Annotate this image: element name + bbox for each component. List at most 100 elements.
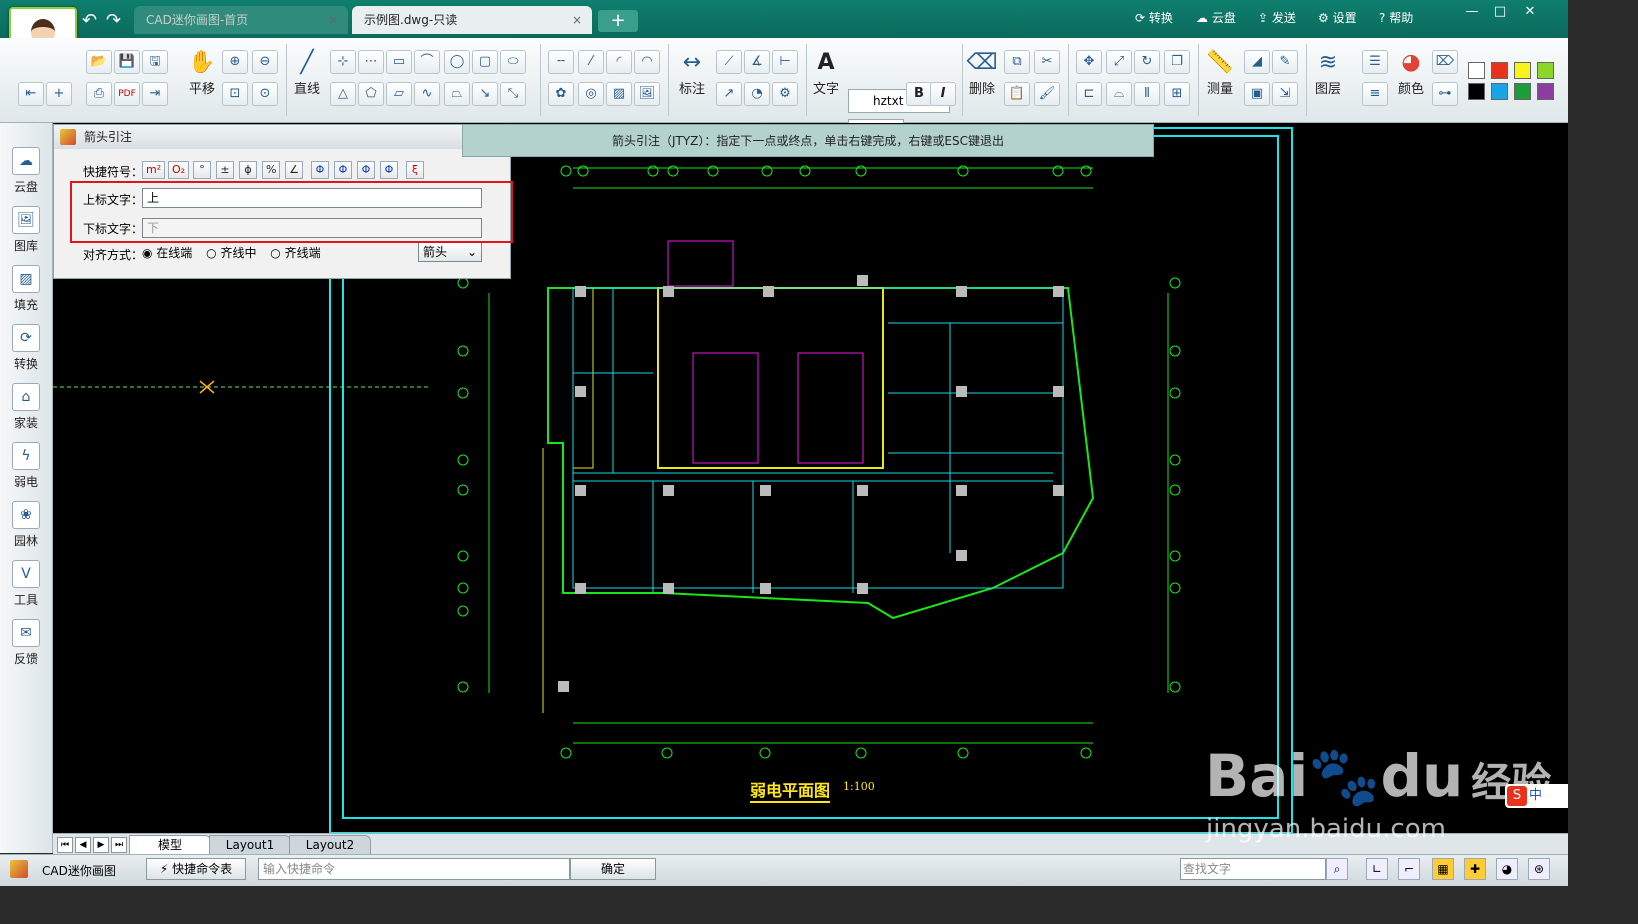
dimension-button[interactable]: ↔ 标注 (676, 48, 708, 97)
sidebar-item-gallery[interactable]: 🖼 图库 (6, 206, 46, 254)
arrow-type-select[interactable]: 箭头 ⌄ (418, 242, 482, 262)
sidebar-item-garden[interactable]: ❀ 园林 (6, 501, 46, 549)
find-text-input[interactable]: 查找文字 (1180, 858, 1326, 880)
convert-menu[interactable]: ⟳ 转换 (1135, 9, 1173, 26)
dashline-icon[interactable]: ╌ (548, 50, 574, 74)
redo-icon[interactable]: ↷ (106, 10, 121, 31)
tab-layout1[interactable]: Layout1 (209, 835, 291, 855)
area-icon[interactable]: ◢ (1244, 50, 1270, 74)
close-tab-icon[interactable]: × (328, 6, 338, 34)
radio-on-line-end[interactable]: ◉ 在线端 (142, 246, 192, 260)
polar-icon[interactable]: ⌐ (1398, 858, 1420, 880)
copy-object-icon[interactable]: ❐ (1164, 50, 1190, 74)
first-tab-icon[interactable]: ⏮ (57, 837, 73, 853)
search-icon[interactable]: ⌕ (1326, 858, 1348, 880)
color-swatch[interactable] (1537, 62, 1554, 79)
eraser2-icon[interactable]: ⌦ (1432, 50, 1458, 74)
arc-icon[interactable]: ◜ (606, 50, 632, 74)
italic-button[interactable]: I (930, 82, 956, 106)
sidebar-item-weak-current[interactable]: ϟ 弱电 (6, 442, 46, 490)
symbol-button[interactable]: Φ (334, 161, 352, 179)
trim-icon[interactable]: ⊏ (1076, 82, 1102, 106)
open-icon[interactable]: 📂 (86, 50, 112, 74)
symbol-button[interactable]: m² (142, 161, 166, 179)
erase-button[interactable]: ⌫ 删除 (966, 48, 998, 97)
color-swatch[interactable] (1514, 62, 1531, 79)
crosshair-icon[interactable]: ✚ (1464, 858, 1486, 880)
minimize-button[interactable]: — (1460, 4, 1484, 22)
help-menu[interactable]: ? 帮助 (1379, 9, 1413, 26)
zoom-out-icon[interactable]: ⊖ (252, 50, 278, 74)
cloud-menu[interactable]: ☁ 云盘 (1196, 9, 1236, 26)
export-icon[interactable]: ⇥ (142, 82, 168, 106)
color-button[interactable]: ◕ 颜色 (1394, 48, 1428, 97)
dashline2-icon[interactable]: ⁄ (578, 50, 604, 74)
insert-icon[interactable]: ⇲ (1272, 82, 1298, 106)
sidebar-item-home-decor[interactable]: ⌂ 家装 (6, 383, 46, 431)
symbol-button[interactable]: Φ (380, 161, 398, 179)
prev-tab-icon[interactable]: ◀ (75, 837, 91, 853)
sidebar-item-feedback[interactable]: ✉ 反馈 (6, 619, 46, 667)
trapezoid-icon[interactable]: ⏢ (444, 82, 470, 106)
sidebar-item-cloud[interactable]: ☁ 云盘 (6, 147, 46, 195)
layer-button[interactable]: ≋ 图层 (1312, 48, 1344, 97)
hatch-icon[interactable]: ▨ (606, 82, 632, 106)
cut-icon[interactable]: ✂ (1034, 50, 1060, 74)
symbol-button[interactable]: ∠ (285, 161, 303, 179)
pan-button[interactable]: ✋ 平移 (188, 48, 216, 97)
close-window-button[interactable]: ✕ (1518, 4, 1542, 22)
radius-dim-icon[interactable]: ◔ (744, 82, 770, 106)
mirror-icon[interactable]: ⫴ (1134, 82, 1160, 106)
lineweight-icon[interactable]: ≡ (1362, 82, 1388, 106)
settings-menu[interactable]: ⚙ 设置 (1318, 9, 1357, 26)
print-icon[interactable]: ⎙ (86, 82, 112, 106)
grid-icon[interactable]: ▦ (1432, 858, 1454, 880)
polyline-icon[interactable]: ⊹ (330, 50, 356, 74)
sidebar-item-convert[interactable]: ⟳ 转换 (6, 324, 46, 372)
move-icon[interactable]: ✥ (1076, 50, 1102, 74)
array-icon[interactable]: ⊞ (1164, 82, 1190, 106)
symbol-button[interactable]: ± (216, 161, 234, 179)
triangle-icon[interactable]: △ (330, 82, 356, 106)
curve-icon[interactable]: ∿ (414, 82, 440, 106)
block-icon[interactable]: ▣ (1244, 82, 1270, 106)
sidebar-item-hatch[interactable]: ▨ 填充 (6, 265, 46, 313)
quick-command-button[interactable]: ⚡ 快捷命令表 (146, 858, 246, 880)
arc2-icon[interactable]: ◠ (634, 50, 660, 74)
rotate-icon[interactable]: ↻ (1134, 50, 1160, 74)
ortho-icon[interactable]: ∟ (1366, 858, 1388, 880)
ime-indicator[interactable]: S中 (1505, 784, 1568, 808)
lock-icon[interactable]: ⊶ (1432, 82, 1458, 106)
multiline-icon[interactable]: ⋯ (358, 50, 384, 74)
add-tab-button[interactable]: + (598, 10, 638, 32)
text-button[interactable]: A 文字 (810, 48, 842, 97)
measure-button[interactable]: 📏 测量 (1204, 48, 1236, 97)
pentagon-icon[interactable]: ⬠ (358, 82, 384, 106)
ellipse-icon[interactable]: ⬭ (500, 50, 526, 74)
parallelogram-icon[interactable]: ▱ (386, 82, 412, 106)
back-icon[interactable]: ⇤ (18, 82, 44, 106)
color-swatch[interactable] (1491, 83, 1508, 100)
color-wheel-icon[interactable]: ◕ (1496, 858, 1518, 880)
ok-button[interactable]: 确定 (570, 858, 656, 880)
line-button[interactable]: ╱ 直线 (292, 48, 322, 97)
linetype-icon[interactable]: ☰ (1362, 50, 1388, 74)
command-input[interactable]: 输入快捷命令 (258, 858, 570, 880)
revcloud-icon[interactable]: ✿ (548, 82, 574, 106)
zoom-extents-icon[interactable]: ⊙ (252, 82, 278, 106)
zoom-window-icon[interactable]: ⊡ (222, 82, 248, 106)
symbol-button[interactable]: ° (193, 161, 211, 179)
send-menu[interactable]: ⇪ 发送 (1258, 9, 1296, 26)
xline-icon[interactable]: ⤡ (500, 82, 526, 106)
tab-file[interactable]: 示例图.dwg-只读 × (352, 6, 592, 34)
symbol-button[interactable]: % (262, 161, 281, 179)
aligned-dim-icon[interactable]: ⟋ (716, 50, 742, 74)
next-tab-icon[interactable]: ▶ (93, 837, 109, 853)
pencil-icon[interactable]: ✎ (1272, 50, 1298, 74)
match-prop-icon[interactable]: 🖌 (1034, 82, 1060, 106)
image-icon[interactable]: 🖼 (634, 82, 660, 106)
radio-align-end[interactable]: ○ 齐线端 (270, 246, 320, 260)
zoom-in-icon[interactable]: ⊕ (222, 50, 248, 74)
rectangle-icon[interactable]: ▢ (472, 50, 498, 74)
restore-button[interactable]: □ (1488, 4, 1512, 22)
